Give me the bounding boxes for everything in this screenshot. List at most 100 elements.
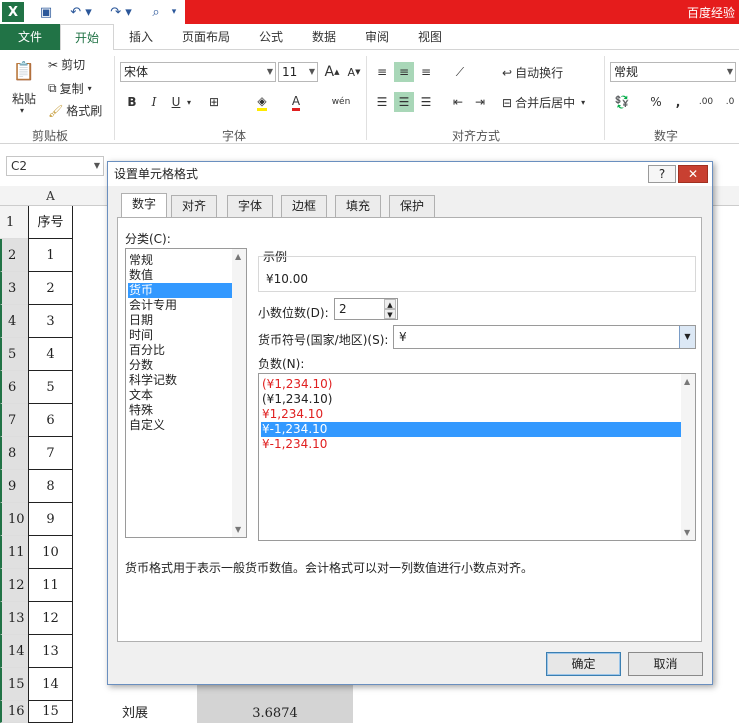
undo-icon[interactable]: ↶ ▾: [66, 2, 96, 22]
name-box[interactable]: C2 ▼: [6, 156, 104, 176]
cell-a[interactable]: 9: [28, 503, 73, 536]
row-header[interactable]: 3: [0, 272, 28, 305]
category-item[interactable]: 常规: [128, 253, 232, 268]
paste-dropdown-icon[interactable]: ▾: [20, 106, 24, 115]
cell-a[interactable]: 5: [28, 371, 73, 404]
cell-a[interactable]: 13: [28, 635, 73, 668]
cell-a[interactable]: 6: [28, 404, 73, 437]
paste-button[interactable]: 粘贴: [12, 90, 36, 107]
column-header-a[interactable]: A: [28, 186, 73, 206]
tab-alignment[interactable]: 对齐: [171, 195, 217, 217]
row-header[interactable]: 1: [0, 206, 28, 239]
cell-a[interactable]: 8: [28, 470, 73, 503]
negative-numbers-list[interactable]: (¥1,234.10) (¥1,234.10) ¥1,234.10 ¥-1,234.1…: [258, 373, 696, 541]
font-grow-icon[interactable]: A ▲: [322, 62, 342, 82]
cell-a[interactable]: 3: [28, 305, 73, 338]
negative-format-item[interactable]: (¥1,234.10): [261, 377, 681, 392]
ok-button[interactable]: 确定: [546, 652, 621, 676]
row-header[interactable]: 16: [0, 701, 28, 723]
row-header[interactable]: 11: [0, 536, 28, 569]
paste-icon[interactable]: 📋: [12, 58, 36, 84]
tab-file[interactable]: 文件: [0, 24, 60, 50]
align-center-icon[interactable]: ☰: [394, 92, 414, 112]
number-format-combo[interactable]: 常规 ▼: [610, 62, 736, 82]
cell-a[interactable]: 15: [28, 701, 73, 723]
phonetic-icon[interactable]: wén: [330, 92, 352, 112]
category-list[interactable]: 常规 数值 货币 会计专用 日期 时间 百分比 分数 科学记数 文本 特殊 自定义 ▲ ▼: [125, 248, 247, 538]
save-icon[interactable]: ▣: [36, 2, 56, 22]
row-header[interactable]: 8: [0, 437, 28, 470]
redo-icon[interactable]: ↷ ▾: [106, 2, 136, 22]
tab-view[interactable]: 视图: [411, 24, 449, 50]
italic-button[interactable]: I: [144, 92, 164, 112]
tab-border[interactable]: 边框: [281, 195, 327, 217]
cancel-button[interactable]: 取消: [628, 652, 703, 676]
font-color-icon[interactable]: A: [286, 92, 306, 112]
merge-center-button[interactable]: ⊟ 合并后居中 ▾: [502, 94, 585, 111]
tab-formulas[interactable]: 公式: [252, 24, 290, 50]
bold-button[interactable]: B: [122, 92, 142, 112]
cell-a[interactable]: 7: [28, 437, 73, 470]
row-header[interactable]: 9: [0, 470, 28, 503]
tab-number[interactable]: 数字: [121, 193, 167, 217]
accounting-format-icon[interactable]: 💱: [612, 92, 632, 112]
category-item[interactable]: 百分比: [128, 343, 232, 358]
row-header[interactable]: 6: [0, 371, 28, 404]
format-painter-button[interactable]: 🖌 格式刷: [48, 102, 102, 119]
row-header[interactable]: 13: [0, 602, 28, 635]
close-button[interactable]: ✕: [678, 165, 708, 183]
negative-format-item[interactable]: (¥1,234.10): [261, 392, 681, 407]
cell-a[interactable]: 12: [28, 602, 73, 635]
cell-a[interactable]: 10: [28, 536, 73, 569]
font-size-combo[interactable]: 11 ▼: [278, 62, 318, 82]
category-item[interactable]: 分数: [128, 358, 232, 373]
decrease-decimal-icon[interactable]: .0: [720, 92, 739, 112]
align-bottom-icon[interactable]: ≡: [416, 62, 436, 82]
orientation-icon[interactable]: ⟋: [450, 62, 470, 82]
cell-a[interactable]: 14: [28, 668, 73, 701]
increase-decimal-icon[interactable]: .00: [696, 92, 716, 112]
copy-button[interactable]: ⧉ 复制 ▾: [48, 80, 92, 97]
row-header[interactable]: 10: [0, 503, 28, 536]
align-top-icon[interactable]: ≡: [372, 62, 392, 82]
row-header[interactable]: 5: [0, 338, 28, 371]
percent-button[interactable]: %: [646, 92, 666, 112]
tab-font[interactable]: 字体: [227, 195, 273, 217]
tab-protection[interactable]: 保护: [389, 195, 435, 217]
spin-down-icon[interactable]: ▼: [384, 309, 396, 319]
font-shrink-icon[interactable]: A ▼: [344, 62, 364, 82]
tab-page-layout[interactable]: 页面布局: [174, 24, 238, 50]
cell-a[interactable]: 4: [28, 338, 73, 371]
cell-a[interactable]: 1: [28, 239, 73, 272]
fill-color-icon[interactable]: ◈: [252, 92, 272, 112]
print-preview-icon[interactable]: ⌕: [146, 2, 166, 22]
border-icon[interactable]: ⊞: [204, 92, 224, 112]
row-header[interactable]: 14: [0, 635, 28, 668]
decimal-places-spinner[interactable]: 2 ▲ ▼: [334, 298, 398, 320]
currency-symbol-select[interactable]: ¥ ▼: [393, 325, 696, 349]
row-header[interactable]: 7: [0, 404, 28, 437]
tab-insert[interactable]: 插入: [122, 24, 160, 50]
cell-a[interactable]: 2: [28, 272, 73, 305]
row-header[interactable]: 4: [0, 305, 28, 338]
cell-a[interactable]: 11: [28, 569, 73, 602]
align-middle-icon[interactable]: ≡: [394, 62, 414, 82]
category-item[interactable]: 时间: [128, 328, 232, 343]
cut-button[interactable]: ✂ 剪切: [48, 56, 85, 73]
increase-indent-icon[interactable]: ⇥: [470, 92, 490, 112]
negative-scrollbar[interactable]: ▲ ▼: [681, 374, 695, 540]
category-item[interactable]: 货币: [128, 283, 232, 298]
align-right-icon[interactable]: ☰: [416, 92, 436, 112]
decrease-indent-icon[interactable]: ⇤: [448, 92, 468, 112]
category-item[interactable]: 特殊: [128, 403, 232, 418]
align-left-icon[interactable]: ☰: [372, 92, 392, 112]
tab-fill[interactable]: 填充: [335, 195, 381, 217]
name-cell[interactable]: 刘展: [73, 705, 197, 723]
negative-format-item[interactable]: ¥-1,234.10: [261, 437, 681, 452]
font-name-combo[interactable]: 宋体 ▼: [120, 62, 276, 82]
customize-qat-icon[interactable]: ▾: [168, 2, 180, 22]
value-cell[interactable]: 3.6874: [197, 705, 353, 723]
row-header[interactable]: 12: [0, 569, 28, 602]
underline-dropdown-icon[interactable]: ▾: [184, 92, 194, 112]
cell-a[interactable]: 序号: [28, 206, 73, 239]
